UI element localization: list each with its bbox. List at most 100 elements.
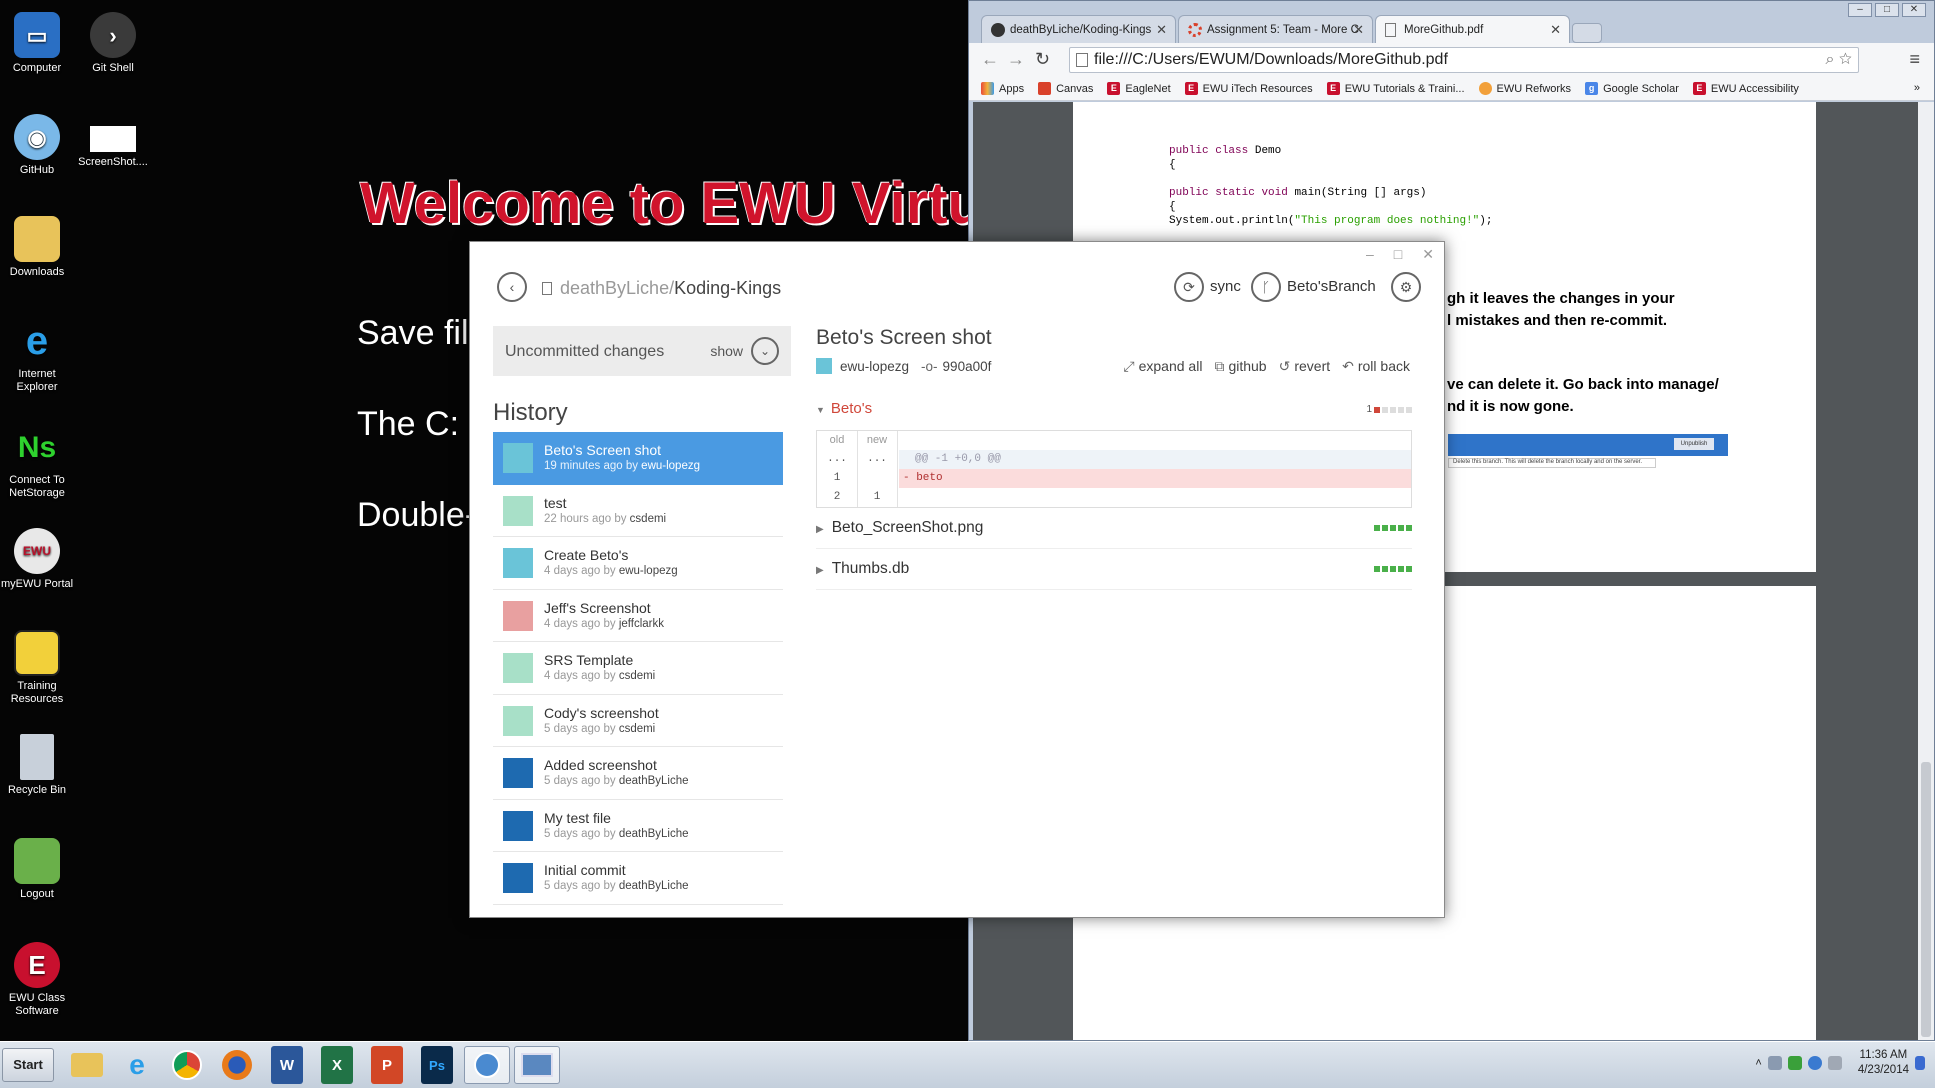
tab-close-icon[interactable]: ✕: [1156, 16, 1167, 43]
desktop-icon-label: Internet Explorer: [16, 368, 58, 393]
minimize-button[interactable]: –: [1848, 3, 1872, 17]
desktop-icon-computer[interactable]: ▭ Computer: [0, 12, 74, 75]
diff-code: - beto: [899, 469, 1411, 488]
bookmark-canvas[interactable]: Canvas: [1038, 82, 1093, 95]
gear-icon: ⚙: [1399, 278, 1413, 295]
tab-canvas[interactable]: Assignment 5: Team - More C ✕: [1178, 15, 1373, 43]
chrome-taskbar-icon[interactable]: [164, 1046, 210, 1084]
commit-time: 5 days ago by: [544, 775, 619, 787]
scrollbar-thumb[interactable]: [1921, 762, 1931, 1037]
file-header[interactable]: ▶ Beto_ScreenShot.png: [816, 519, 1412, 549]
word-taskbar-icon[interactable]: W: [271, 1046, 303, 1084]
settings-button[interactable]: ⚙: [1391, 272, 1421, 302]
bookmark-google-scholar[interactable]: g Google Scholar: [1585, 82, 1679, 95]
history-item[interactable]: Initial commit 5 days ago by deathByLich…: [493, 852, 783, 905]
desktop-icon-downloads[interactable]: Downloads: [0, 216, 74, 279]
desktop-icon-github[interactable]: ◉ GitHub: [0, 114, 74, 177]
desktop-icon-training[interactable]: Training Resources: [0, 630, 74, 706]
chevron-down-icon[interactable]: ⌄: [751, 337, 779, 365]
address-bar[interactable]: file:///C:/Users/EWUM/Downloads/MoreGith…: [1069, 47, 1859, 73]
internet-explorer-taskbar-icon[interactable]: e: [114, 1046, 160, 1084]
history-item[interactable]: My test file 5 days ago by deathByLiche: [493, 800, 783, 852]
clock[interactable]: 11:36 AM 4/23/2014: [1858, 1048, 1909, 1078]
history-item[interactable]: Added screenshot 5 days ago by deathByLi…: [493, 747, 783, 800]
desktop-text-line: Double-: [357, 496, 477, 534]
history-item[interactable]: Create Beto's 4 days ago by ewu-lopezg: [493, 537, 783, 590]
show-desktop-icon[interactable]: [1915, 1056, 1925, 1070]
clock-time: 11:36 AM: [1859, 1049, 1908, 1061]
bookmark-itech[interactable]: E EWU iTech Resources: [1184, 82, 1313, 95]
history-item[interactable]: Beto's Screen shot 19 minutes ago by ewu…: [493, 432, 783, 485]
commit-author: ewu-lopezg: [618, 565, 678, 577]
tab-pdf[interactable]: MoreGithub.pdf ✕: [1375, 15, 1570, 43]
image-viewer-taskbar-icon[interactable]: [514, 1046, 560, 1084]
code-text: System.out.println(: [1169, 215, 1295, 227]
bookmark-apps[interactable]: Apps: [981, 82, 1024, 95]
desktop-icon-ewu-class-software[interactable]: E EWU Class Software: [0, 942, 74, 1018]
start-button[interactable]: Start: [2, 1048, 54, 1082]
tab-close-icon[interactable]: ✕: [1550, 16, 1561, 43]
sync-label[interactable]: sync: [1210, 278, 1241, 295]
desktop-icon-netstorage[interactable]: Ns Connect To NetStorage: [0, 424, 74, 500]
network-icon[interactable]: [1767, 1056, 1782, 1070]
tray-expand-icon[interactable]: ˄: [1755, 1057, 1761, 1069]
search-star-icons[interactable]: ⌕ ☆: [1826, 48, 1852, 72]
history-item[interactable]: SRS Template 4 days ago by csdemi: [493, 642, 783, 695]
close-button[interactable]: ✕: [1902, 3, 1926, 17]
github-link-button[interactable]: ⧉ github: [1214, 358, 1266, 375]
excel-taskbar-icon[interactable]: X: [321, 1046, 353, 1084]
bookmarks-overflow[interactable]: »: [1914, 82, 1920, 94]
desktop-icon-internet-explorer[interactable]: e Internet Explorer: [0, 318, 74, 394]
menu-icon[interactable]: ≡: [1909, 49, 1920, 70]
uncommitted-changes-bar[interactable]: Uncommitted changes show ⌄: [493, 326, 791, 376]
canvas-icon: [1038, 82, 1052, 95]
desktop-icon-screenshot[interactable]: ScreenShot....: [76, 126, 150, 169]
back-arrow-icon[interactable]: ←: [981, 49, 999, 70]
commit-author[interactable]: ewu-lopezg: [840, 359, 909, 374]
branch-label[interactable]: Beto'sBranch: [1287, 278, 1376, 295]
powerpoint-taskbar-icon[interactable]: P: [371, 1046, 403, 1084]
explorer-taskbar-icon[interactable]: [64, 1046, 110, 1084]
security-icon[interactable]: [1787, 1056, 1802, 1070]
history-item[interactable]: Cody's screenshot 5 days ago by csdemi: [493, 695, 783, 747]
sync-button[interactable]: ⟳: [1174, 272, 1204, 302]
firefox-taskbar-icon[interactable]: [214, 1046, 260, 1084]
desktop-icon-recycle-bin[interactable]: Recycle Bin: [0, 734, 74, 797]
show-button[interactable]: show: [710, 343, 743, 359]
file-header[interactable]: ▶ Thumbs.db: [816, 560, 1412, 590]
new-tab-button[interactable]: [1572, 23, 1602, 43]
system-tray: ˄ 11:36 AM 4/23/2014: [1755, 1048, 1925, 1078]
diff-deleted-row: 1 - beto: [817, 469, 1411, 488]
maximize-button[interactable]: □: [1875, 3, 1899, 17]
tab-label: Assignment 5: Team - More C: [1207, 24, 1359, 36]
commit-author: deathByLiche: [618, 880, 689, 892]
bookmark-eaglenet[interactable]: E EagleNet: [1107, 82, 1171, 95]
bookmark-tutorials[interactable]: E EWU Tutorials & Traini...: [1326, 82, 1465, 95]
commit-time: 4 days ago by: [544, 565, 619, 577]
pdf-scrollbar[interactable]: [1918, 102, 1934, 1040]
photoshop-taskbar-icon[interactable]: Ps: [421, 1046, 453, 1084]
forward-arrow-icon[interactable]: →: [1007, 49, 1025, 70]
desktop-icon-logout[interactable]: Logout: [0, 838, 74, 901]
github-taskbar-icon[interactable]: [464, 1046, 510, 1084]
history-item[interactable]: test 22 hours ago by csdemi: [493, 485, 783, 537]
desktop-icon-myewu[interactable]: EWU myEWU Portal: [0, 528, 74, 591]
branch-button[interactable]: ᚴ: [1251, 272, 1281, 302]
file-header[interactable]: ▼ Beto's 1: [816, 400, 1412, 417]
volume-icon[interactable]: [1827, 1056, 1842, 1070]
bookmark-accessibility[interactable]: E EWU Accessibility: [1692, 82, 1799, 95]
sync-tray-icon[interactable]: [1807, 1056, 1822, 1070]
back-button[interactable]: ‹: [497, 272, 527, 302]
desktop-icon-label: Logout: [20, 888, 54, 900]
tab-close-icon[interactable]: ✕: [1353, 16, 1364, 43]
commit-title: SRS Template: [544, 652, 634, 668]
expand-all-button[interactable]: ⤢ expand all: [1123, 358, 1202, 375]
diff-row: 2 1: [817, 488, 1411, 507]
desktop-icon-git-shell[interactable]: › Git Shell: [76, 12, 150, 75]
revert-button[interactable]: ↺ revert: [1279, 358, 1331, 375]
history-item[interactable]: Jeff's Screenshot 4 days ago by jeffclar…: [493, 590, 783, 642]
bookmark-refworks[interactable]: EWU Refworks: [1478, 82, 1571, 95]
tab-github[interactable]: deathByLiche/Koding-Kings ✕: [981, 15, 1176, 43]
roll-back-button[interactable]: ↶ roll back: [1342, 358, 1410, 375]
reload-icon[interactable]: ↻: [1035, 49, 1050, 70]
